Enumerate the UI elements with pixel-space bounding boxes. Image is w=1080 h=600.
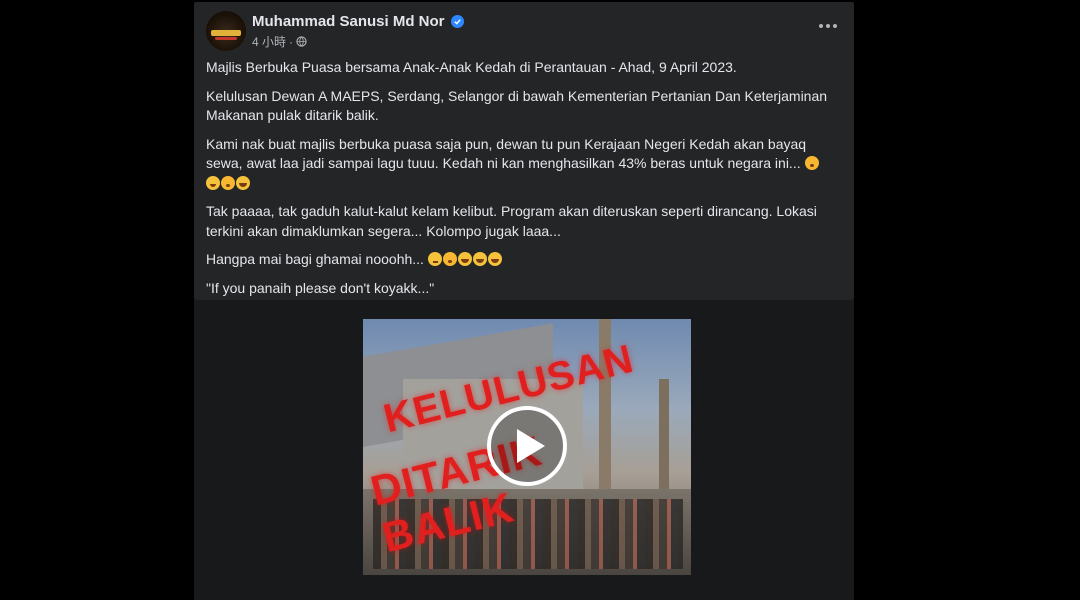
post-text: Majlis Berbuka Puasa bersama Anak-Anak K… (206, 58, 842, 307)
flushed-emoji-icon (221, 175, 235, 190)
post-paragraph: "If you panaih please don't koyakk..." (206, 279, 435, 296)
post-card: Muhammad Sanusi Md Nor 4 小時 · Majlis Ber… (194, 2, 854, 300)
post-paragraph-with-emoji: Hangpa mai bagi ghamai nooohh... (206, 250, 842, 270)
flushed-emoji-icon (804, 156, 819, 170)
rofl-emoji-icon (472, 252, 487, 266)
meta-separator: · (289, 34, 294, 49)
flushed-emoji-icon (442, 252, 457, 266)
post-paragraph: Tak paaaa, tak gaduh kalut-kalut kelam k… (206, 203, 817, 239)
post-paragraph: Majlis Berbuka Puasa bersama Anak-Anak K… (206, 59, 737, 75)
laughing-emoji-icon (236, 175, 250, 190)
author-name-link[interactable]: Muhammad Sanusi Md Nor (252, 13, 445, 30)
play-icon[interactable] (487, 406, 567, 486)
post-paragraph: Hangpa mai bagi ghamai nooohh... (206, 251, 424, 267)
sweat-smile-emoji-icon (457, 252, 472, 266)
post-paragraph: Kami nak buat majlis berbuka puasa saja … (206, 135, 807, 172)
author-avatar[interactable] (206, 11, 246, 51)
post-paragraph: Kelulusan Dewan A MAEPS, Serdang, Selang… (206, 87, 828, 124)
globe-icon[interactable] (296, 36, 307, 47)
grin-squint-emoji-icon (206, 175, 220, 190)
rofl-emoji-icon (487, 252, 502, 266)
author-row: Muhammad Sanusi Md Nor (252, 13, 464, 30)
verified-badge-icon (450, 15, 464, 28)
post-meta: 4 小時 · (252, 33, 307, 50)
more-options-icon[interactable] (816, 16, 840, 36)
thinking-emoji-icon (427, 252, 442, 266)
post-timestamp-link[interactable]: 4 小時 (252, 33, 286, 50)
post-paragraph-with-emoji: Kami nak buat majlis berbuka puasa saja … (206, 135, 842, 194)
